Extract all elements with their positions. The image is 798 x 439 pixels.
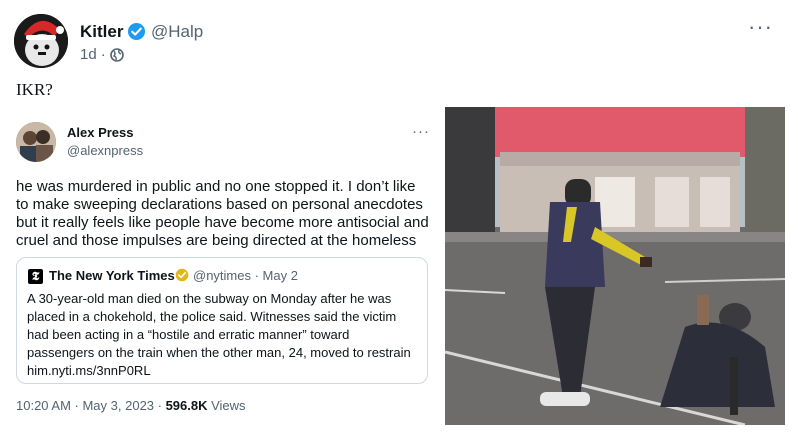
post-age[interactable]: 1d — [80, 46, 97, 63]
meta-separator: · — [100, 46, 106, 63]
text-line: to make sweeping declarations based on p… — [16, 196, 423, 213]
quoted-tweet[interactable]: 𝕿 The New York Times @nytimes · May 2 A … — [16, 257, 428, 384]
embedded-author-name[interactable]: Alex Press — [67, 125, 134, 140]
embedded-tweet-text: he was murdered in public and no one sto… — [16, 178, 436, 250]
embedded-timestamp-row: 10:20 AM · May 3, 2023 · 596.8K Views — [16, 398, 246, 413]
text-line: he was murdered in public and no one sto… — [16, 178, 416, 195]
text-line: had been acting in a “hostile and errati… — [27, 327, 350, 342]
author-handle[interactable]: @Halp — [151, 22, 203, 42]
text-line[interactable]: him.nyti.ms/3nnP0RL — [27, 362, 422, 380]
more-options-icon[interactable]: ··· — [748, 16, 773, 38]
post-text: IKR? — [16, 80, 53, 99]
embedded-timestamp[interactable]: 10:20 AM · May 3, 2023 · — [16, 398, 166, 413]
text-line: A 30-year-old man died on the subway on … — [27, 291, 392, 306]
quoted-tweet-text: A 30-year-old man died on the subway on … — [27, 290, 422, 380]
author-avatar[interactable] — [14, 14, 68, 68]
embedded-author-handle[interactable]: @alexnpress — [67, 143, 143, 158]
gold-verified-badge-icon — [175, 268, 189, 282]
views-count: 596.8K — [165, 398, 208, 413]
post-meta: 1d · — [80, 46, 124, 63]
text-line: but it really feels like people have bec… — [16, 214, 429, 231]
quoted-source-name[interactable]: The New York Times — [49, 268, 175, 283]
embedded-author-avatar[interactable] — [16, 122, 56, 162]
street-photo[interactable] — [445, 107, 785, 425]
verified-badge-icon — [127, 22, 146, 41]
quoted-source-meta[interactable]: @nytimes · May 2 — [193, 268, 298, 283]
author-name[interactable]: Kitler — [80, 22, 123, 42]
text-line: placed in a chokehold, the police said. … — [27, 309, 397, 324]
text-line: cruel and those impulses are being direc… — [16, 232, 417, 249]
views-label: Views — [207, 398, 246, 413]
post: Kitler @Halp 1d · ··· IKR? Alex Press @a… — [0, 0, 798, 439]
text-line: passengers on the train when the other m… — [27, 345, 411, 360]
embedded-more-options-icon[interactable]: ··· — [412, 124, 430, 139]
globe-icon — [109, 47, 124, 62]
nyt-logo-icon: 𝕿 — [28, 269, 43, 284]
